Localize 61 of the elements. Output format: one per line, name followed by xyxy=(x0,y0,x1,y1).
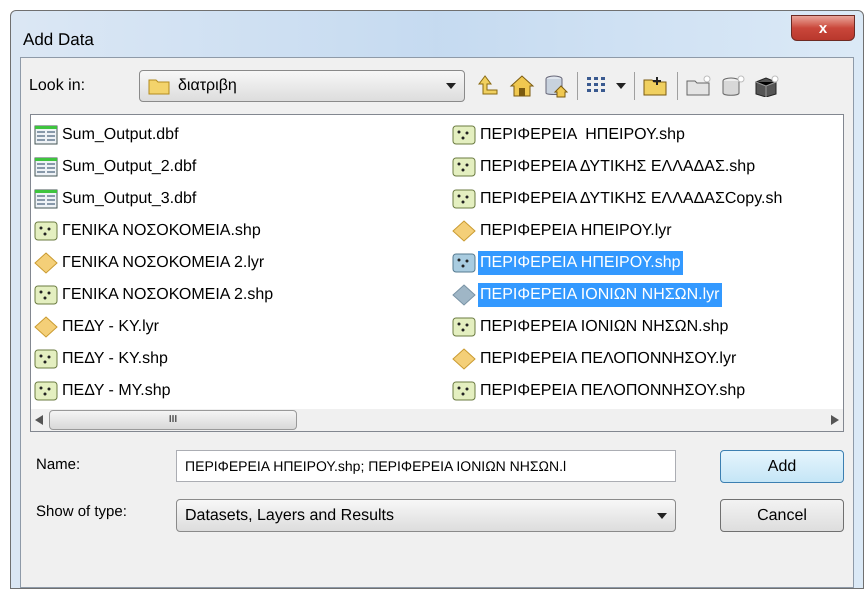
file-item[interactable]: ΠΕΔΥ - ΜΥ.shp xyxy=(60,379,173,404)
house-icon[interactable] xyxy=(509,74,535,98)
file-item[interactable]: ΠΕΡΙΦΕΡΕΙΑ ΗΠΕΙΡΟΥ.shp xyxy=(478,122,687,146)
file-item[interactable]: Sum_Output_3.dbf xyxy=(60,186,198,211)
folder-plus-icon[interactable] xyxy=(643,75,669,97)
type-label: Show of type: xyxy=(36,502,128,522)
dots-icon xyxy=(452,316,476,338)
dots-icon xyxy=(452,188,476,210)
diamond-icon xyxy=(34,252,58,274)
diamond-icon xyxy=(452,284,476,306)
file-item[interactable]: ΠΕΔΥ - ΚΥ.shp xyxy=(60,347,170,372)
look-in-dropdown[interactable]: διατριβη xyxy=(139,70,465,102)
diamond-icon xyxy=(452,220,476,242)
file-item[interactable]: Sum_Output.dbf xyxy=(60,122,181,146)
diamond-icon xyxy=(34,316,58,338)
file-item[interactable]: ΠΕΡΙΦΕΡΕΙΑ ΠΕΛΟΠΟΝΝΗΣΟΥ.shp xyxy=(478,379,748,404)
close-button[interactable]: x xyxy=(791,15,855,41)
scroll-left-icon[interactable] xyxy=(35,415,43,425)
file-item[interactable]: ΠΕΡΙΦΕΡΕΙΑ ΠΕΛΟΠΟΝΝΗΣΟΥ.lyr xyxy=(478,347,738,372)
table-icon xyxy=(34,188,58,210)
dots-icon xyxy=(452,156,476,178)
name-field[interactable]: ΠΕΡΙΦΕΡΕΙΑ ΗΠΕΙΡΟΥ.shp; ΠΕΡΙΦΕΡΕΙΑ ΙΟΝΙΩΝ ΝΗΣΩΝ.l xyxy=(176,450,676,482)
table-icon xyxy=(34,156,58,178)
file-item[interactable]: ΠΕΔΥ - ΚΥ.lyr xyxy=(60,315,161,340)
look-in-label: Look in: xyxy=(29,76,86,96)
scrollbar-thumb[interactable]: III xyxy=(49,410,297,430)
table-icon xyxy=(34,124,58,146)
name-label: Name: xyxy=(36,455,82,475)
dots-icon xyxy=(34,220,58,242)
file-item[interactable]: ΠΕΡΙΦΕΡΕΙΑ ΙΟΝΙΩΝ ΝΗΣΩΝ.shp xyxy=(478,315,730,340)
type-value: Datasets, Layers and Results xyxy=(185,506,395,526)
dots-icon xyxy=(452,252,476,274)
cylinder-icon[interactable] xyxy=(720,75,746,97)
new-folder-icon[interactable] xyxy=(686,75,712,97)
horizontal-scrollbar[interactable]: III xyxy=(31,409,843,431)
dots-icon xyxy=(452,380,476,402)
dialog-button[interactable]: Cancel xyxy=(720,499,844,532)
grip-text: III xyxy=(168,415,178,425)
dots-icon xyxy=(34,284,58,306)
database-icon[interactable] xyxy=(543,74,569,98)
caret-icon[interactable] xyxy=(616,83,626,89)
file-item[interactable]: ΓΕΝΙΚΑ ΝΟΣΟΚΟΜΕΙΑ 2.shp xyxy=(60,283,276,308)
file-item[interactable]: ΓΕΝΙΚΑ ΝΟΣΟΚΟΜΕΙΑ 2.lyr xyxy=(60,250,266,275)
file-item[interactable]: ΓΕΝΙΚΑ ΝΟΣΟΚΟΜΕΙΑ.shp xyxy=(60,218,263,243)
file-item[interactable]: Sum_Output_2.dbf xyxy=(60,154,198,179)
dots-icon xyxy=(452,124,476,146)
toolbox-icon[interactable] xyxy=(754,75,780,97)
look-in-value: διατριβη xyxy=(178,76,238,96)
diamond-icon xyxy=(452,348,476,370)
folder-icon xyxy=(148,77,170,95)
dots-icon xyxy=(34,348,58,370)
scroll-right-icon[interactable] xyxy=(831,415,839,425)
file-item[interactable]: ΠΕΡΙΦΕΡΕΙΑ ΔΥΤΙΚΗΣ ΕΛΛΑΔΑΣ.shp xyxy=(478,154,758,179)
type-dropdown[interactable]: Datasets, Layers and Results xyxy=(176,499,676,532)
file-item[interactable]: ΠΕΡΙΦΕΡΕΙΑ ΗΠΕΙΡΟΥ.lyr xyxy=(478,218,674,243)
dialog-button[interactable]: Add xyxy=(720,450,844,483)
file-item[interactable]: ΠΕΡΙΦΕΡΕΙΑ ΔΥΤΙΚΗΣ ΕΛΛΑΔΑΣCopy.sh xyxy=(478,186,784,211)
caret-icon xyxy=(446,83,456,89)
dots-icon xyxy=(34,380,58,402)
caret-icon xyxy=(657,512,667,518)
window-title: Add Data xyxy=(23,29,94,51)
